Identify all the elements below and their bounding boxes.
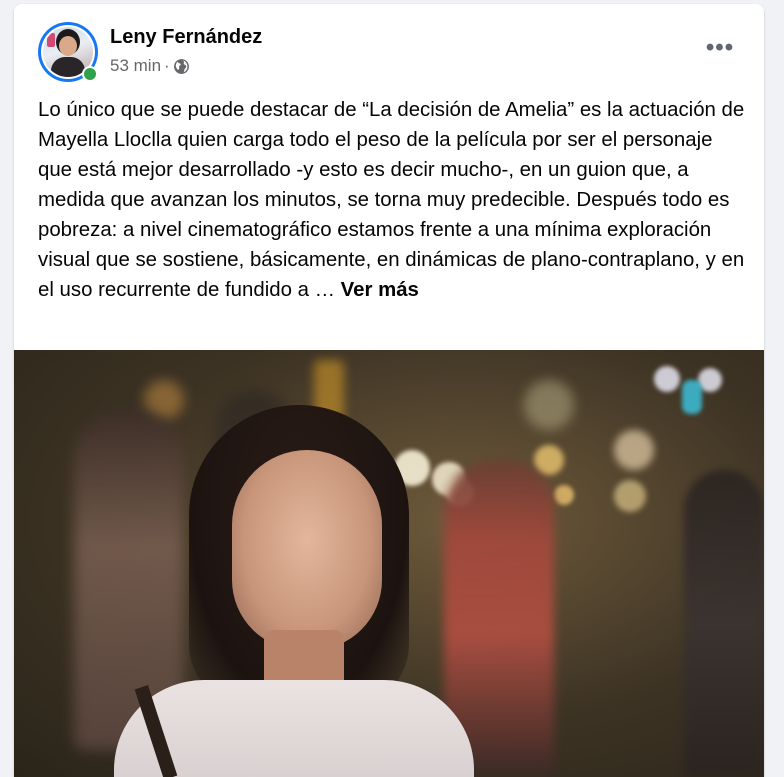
see-more-link[interactable]: Ver más: [341, 279, 419, 301]
background-pedestrian: [684, 470, 764, 777]
bokeh-light: [654, 366, 680, 392]
bokeh-light: [682, 380, 702, 414]
post-body: Lo único que se puede destacar de “La de…: [38, 99, 745, 301]
actress-face: [232, 450, 382, 650]
meta-separator: ·: [164, 56, 170, 75]
post-timestamp[interactable]: 53 min: [110, 56, 161, 76]
avatar-background-detail: [47, 33, 55, 47]
online-status-icon: [82, 66, 98, 82]
bokeh-light: [614, 480, 646, 512]
author-name[interactable]: Leny Fernández: [110, 26, 262, 49]
bokeh-light: [614, 430, 654, 470]
post-header: Leny Fernández 53 min · •••: [14, 4, 764, 94]
avatar-body: [51, 57, 85, 77]
bokeh-light: [524, 380, 574, 430]
more-options-icon: •••: [705, 34, 735, 61]
avatar-head: [59, 36, 77, 56]
globe-icon[interactable]: [173, 58, 190, 75]
post-meta: 53 min ·: [110, 56, 190, 76]
more-options-button[interactable]: •••: [702, 34, 738, 62]
bokeh-light: [554, 485, 574, 505]
post-card: Leny Fernández 53 min · ••• Lo único que…: [14, 4, 764, 777]
post-image[interactable]: [14, 350, 764, 777]
bokeh-light: [534, 445, 564, 475]
post-text: Lo único que se puede destacar de “La de…: [38, 95, 750, 305]
